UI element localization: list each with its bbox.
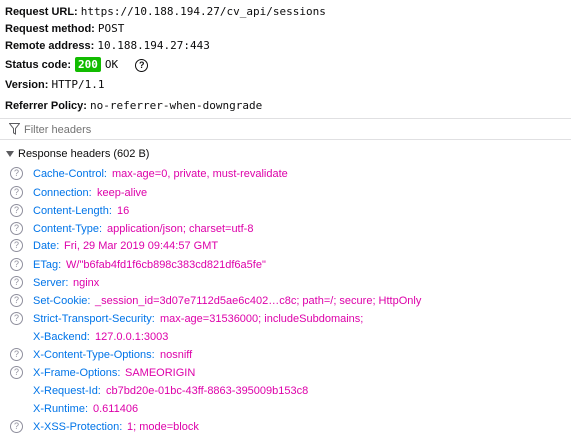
header-value[interactable]: 127.0.0.1:3003 — [95, 328, 168, 346]
header-row[interactable]: X-Backend: 127.0.0.1:3003 — [0, 328, 571, 346]
header-name: Date: — [33, 240, 60, 252]
header-name: X-Frame-Options: — [33, 367, 121, 379]
remote-address-value: 10.188.194.27:443 — [97, 39, 210, 52]
header-value[interactable]: 1; mode=block — [127, 418, 199, 436]
header-value[interactable]: 16 — [117, 202, 129, 220]
header-value[interactable]: max-age=0, private, must-revalidate — [112, 165, 288, 183]
header-row[interactable]: ? X-Content-Type-Options: nosniff — [0, 346, 571, 364]
header-value[interactable]: nosniff — [160, 346, 192, 364]
status-text: OK — [104, 58, 119, 71]
header-name: Connection: — [33, 187, 92, 199]
header-row[interactable]: ? Set-Cookie: _session_id=3d07e7112d5ae6c4… — [0, 292, 571, 310]
version-label: Version: — [5, 79, 49, 91]
header-row[interactable]: ? Date: Fri, 29 Mar 2019 09:44:57 GMT — [0, 237, 571, 255]
header-value[interactable]: application/json; charset=utf-8 — [107, 220, 253, 238]
header-value[interactable]: Fri, 29 Mar 2019 09:44:57 GMT — [64, 237, 218, 255]
version-value: HTTP/1.1 — [51, 78, 105, 91]
header-name: X-Content-Type-Options: — [33, 349, 155, 361]
help-icon[interactable]: ? — [10, 239, 23, 252]
request-method-value: POST — [97, 22, 125, 35]
help-icon[interactable]: ? — [10, 258, 23, 271]
status-badge: 200 — [75, 57, 101, 72]
filter-bar — [0, 118, 571, 140]
help-icon[interactable]: ? — [10, 167, 23, 180]
header-name: Set-Cookie: — [33, 295, 91, 307]
filter-icon — [8, 123, 21, 138]
response-headers-title: Response headers (602 B) — [18, 148, 150, 160]
header-name: Server: — [33, 277, 69, 289]
help-icon[interactable]: ? — [10, 186, 23, 199]
header-name: X-XSS-Protection: — [33, 421, 123, 433]
status-code-label: Status code: — [5, 59, 72, 71]
remote-address-row: Remote address: 10.188.194.27:443 — [5, 38, 210, 54]
request-url-value[interactable]: https://10.188.194.27/cv_api/sessions — [81, 5, 326, 18]
referrer-policy-row: Referrer Policy: no-referrer-when-downgr… — [5, 98, 262, 114]
response-headers-toggle[interactable]: Response headers (602 B) — [0, 145, 571, 163]
header-value[interactable]: _session_id=3d07e7112d5ae6c402…c8c; path… — [95, 292, 421, 310]
header-row[interactable]: ? Server: nginx — [0, 274, 571, 292]
header-name: ETag: — [33, 259, 62, 271]
help-icon[interactable]: ? — [135, 58, 149, 72]
help-icon[interactable]: ? — [10, 420, 23, 433]
help-icon[interactable]: ? — [10, 348, 23, 361]
header-row[interactable]: ? Cache-Control: max-age=0, private, must-… — [0, 165, 571, 183]
header-row[interactable]: ? Content-Type: application/json; charset=… — [0, 220, 571, 238]
filter-headers-input[interactable] — [24, 120, 564, 139]
help-icon[interactable]: ? — [10, 204, 23, 217]
header-name: Content-Length: — [33, 205, 112, 217]
help-icon[interactable]: ? — [10, 366, 23, 379]
referrer-policy-value: no-referrer-when-downgrade — [90, 99, 263, 112]
header-row[interactable]: ? X-XSS-Protection: 1; mode=block — [0, 418, 571, 436]
header-row[interactable]: ? Content-Length: 16 — [0, 202, 571, 220]
header-value[interactable]: keep-alive — [97, 184, 147, 202]
header-value[interactable]: SAMEORIGIN — [125, 364, 195, 382]
header-name: Cache-Control: — [33, 168, 107, 180]
request-url-row: Request URL: https://10.188.194.27/cv_ap… — [5, 4, 326, 20]
help-icon[interactable]: ? — [10, 312, 23, 325]
header-row[interactable]: ? X-Frame-Options: SAMEORIGIN — [0, 364, 571, 382]
remote-address-label: Remote address: — [5, 40, 95, 52]
help-icon[interactable]: ? — [10, 276, 23, 289]
header-name: Strict-Transport-Security: — [33, 313, 155, 325]
header-value[interactable]: cb7bd20e-01bc-43ff-8863-395009b153c8 — [106, 382, 308, 400]
request-url-label: Request URL: — [5, 6, 78, 18]
header-name: X-Request-Id: — [33, 385, 101, 397]
header-name: X-Runtime: — [33, 403, 89, 415]
request-method-label: Request method: — [5, 23, 95, 35]
header-value[interactable]: max-age=31536000; includeSubdomains; — [160, 310, 363, 328]
header-row[interactable]: ? Strict-Transport-Security: max-age=31536… — [0, 310, 571, 328]
header-row[interactable]: ? ETag: W/"b6fab4fd1f6cb898c383cd821df6a5f… — [0, 256, 571, 274]
header-row[interactable]: X-Request-Id: cb7bd20e-01bc-43ff-8863-395… — [0, 382, 571, 400]
header-name: Content-Type: — [33, 223, 103, 235]
request-method-row: Request method: POST — [5, 21, 124, 37]
help-icon[interactable]: ? — [10, 222, 23, 235]
header-value[interactable]: nginx — [73, 274, 99, 292]
help-icon[interactable]: ? — [10, 294, 23, 307]
referrer-policy-label: Referrer Policy: — [5, 100, 87, 112]
header-value[interactable]: 0.611406 — [93, 400, 138, 418]
status-code-row: Status code: 200 OK ? — [5, 56, 149, 74]
chevron-down-icon[interactable] — [6, 151, 14, 158]
version-row: Version: HTTP/1.1 — [5, 77, 104, 93]
header-name: X-Backend: — [33, 331, 90, 343]
header-row[interactable]: X-Runtime: 0.611406 — [0, 400, 571, 418]
header-row[interactable]: ? Connection: keep-alive — [0, 184, 571, 202]
header-value[interactable]: W/"b6fab4fd1f6cb898c383cd821df6a5fe" — [66, 256, 266, 274]
